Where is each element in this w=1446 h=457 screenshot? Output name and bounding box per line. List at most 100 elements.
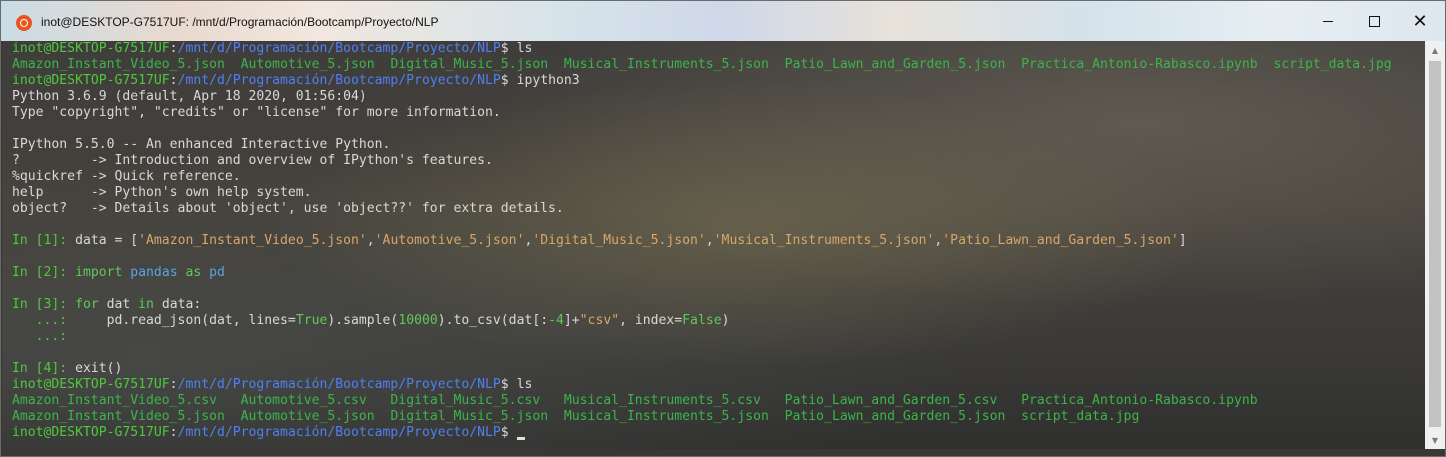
string-literal: 'Amazon_Instant_Video_5.json' <box>138 233 367 248</box>
prompt-path: /mnt/d/Programación/Bootcamp/Proyecto/NL… <box>177 377 501 392</box>
file-entry: Practica_Antonio-Rabasco.ipynb <box>1021 393 1258 408</box>
file-entry: Digital_Music_5.json <box>390 57 549 72</box>
file-entry: Patio_Lawn_and_Garden_5.csv <box>784 393 998 408</box>
prompt-symbol: $ <box>500 425 509 440</box>
prompt-user-host: inot@DESKTOP-G7517UF <box>12 41 170 56</box>
prompt-path: /mnt/d/Programación/Bootcamp/Proyecto/NL… <box>177 425 501 440</box>
file-entry: Automotive_5.csv <box>240 393 367 408</box>
terminal-output[interactable]: inot@DESKTOP-G7517UF:/mnt/d/Programación… <box>2 41 1425 449</box>
keyword: import <box>75 265 123 280</box>
command-text: ls <box>516 41 533 56</box>
prompt-symbol: $ <box>500 73 509 88</box>
output-line: Type "copyright", "credits" or "license"… <box>12 105 501 120</box>
number-literal: -4 <box>548 313 564 328</box>
terminal-lines: inot@DESKTOP-G7517UF:/mnt/d/Programación… <box>12 41 1392 441</box>
terminal-window: inot@DESKTOP-G7517UF: /mnt/d/Programació… <box>0 0 1446 457</box>
ls-output-line: Amazon_Instant_Video_5.json Automotive_5… <box>12 409 1392 425</box>
string-literal: 'Musical_Instruments_5.json' <box>713 233 935 248</box>
module-alias: pd <box>209 265 225 280</box>
vertical-scrollbar[interactable]: ▲ ▼ <box>1425 41 1445 449</box>
ipython-input-line: In [3]: for dat in data: <box>12 297 1392 313</box>
string-literal: "csv" <box>579 313 620 328</box>
output-line: object? -> Details about 'object', use '… <box>12 201 564 216</box>
prompt-line: inot@DESKTOP-G7517UF:/mnt/d/Programación… <box>12 41 533 56</box>
prompt-user-host: inot@DESKTOP-G7517UF <box>12 73 170 88</box>
prompt-user-host: inot@DESKTOP-G7517UF <box>12 425 170 440</box>
in-prompt: In [3]: <box>12 297 76 312</box>
continuation-prompt: ...: <box>12 313 107 328</box>
file-entry: Amazon_Instant_Video_5.csv <box>12 393 217 408</box>
prompt-line: inot@DESKTOP-G7517UF:/mnt/d/Programación… <box>12 425 1392 441</box>
ubuntu-icon <box>16 15 32 31</box>
code-text: ] <box>1178 233 1187 248</box>
file-entry: Musical_Instruments_5.csv <box>563 393 761 408</box>
output-line: help -> Python's own help system. <box>12 185 312 200</box>
in-prompt: In [1]: <box>12 233 76 248</box>
window-title: inot@DESKTOP-G7517UF: /mnt/d/Programació… <box>41 15 439 29</box>
maximize-icon <box>1368 15 1380 27</box>
output-line: %quickref -> Quick reference. <box>12 169 241 184</box>
ipython-continuation-line: ...: pd.read_json(dat, lines=True).sampl… <box>12 313 1392 329</box>
keyword: as <box>185 265 202 280</box>
keyword: False <box>682 313 722 328</box>
file-entry: Amazon_Instant_Video_5.json <box>12 409 225 424</box>
code-text: data: <box>153 297 202 312</box>
prompt-user-host: inot@DESKTOP-G7517UF <box>12 377 170 392</box>
file-entry: Musical_Instruments_5.json <box>563 409 769 424</box>
number-literal: 10000 <box>398 313 438 328</box>
ipython-input-line: In [4]: exit() <box>12 361 1392 377</box>
output-line: IPython 5.5.0 -- An enhanced Interactive… <box>12 137 391 152</box>
file-entry: Automotive_5.json <box>240 57 375 72</box>
code-text: ).to_csv(dat[: <box>437 313 549 328</box>
output-line: Python 3.6.9 (default, Apr 18 2020, 01:5… <box>12 89 367 104</box>
module-name: pandas <box>130 265 178 280</box>
file-entry: Patio_Lawn_and_Garden_5.json <box>784 57 1006 72</box>
file-entry: Musical_Instruments_5.json <box>563 57 769 72</box>
string-literal: 'Digital_Music_5.json' <box>532 233 706 248</box>
close-button[interactable]: ✕ <box>1397 1 1443 41</box>
file-entry: script_data.jpg <box>1273 57 1392 72</box>
close-icon: ✕ <box>1412 10 1428 32</box>
ls-output-line: Amazon_Instant_Video_5.csv Automotive_5.… <box>12 393 1392 409</box>
code-text: exit() <box>75 361 123 376</box>
scroll-down-icon[interactable]: ▼ <box>1425 431 1445 449</box>
ls-output-line: Amazon_Instant_Video_5.json Automotive_5… <box>12 57 1392 73</box>
text-cursor[interactable] <box>516 437 525 440</box>
code-text: , index= <box>619 313 683 328</box>
command-text: ls <box>516 377 533 392</box>
minimize-icon <box>1323 20 1333 22</box>
file-entry: Digital_Music_5.json <box>390 409 549 424</box>
ipython-continuation-line: ...: <box>12 329 68 344</box>
keyword: in <box>138 297 154 312</box>
code-text: ).sample( <box>327 313 399 328</box>
prompt-path: /mnt/d/Programación/Bootcamp/Proyecto/NL… <box>177 73 501 88</box>
file-entry: Amazon_Instant_Video_5.json <box>12 57 225 72</box>
scrollbar-thumb[interactable] <box>1429 61 1441 427</box>
string-literal: 'Automotive_5.json' <box>374 233 525 248</box>
prompt-path: /mnt/d/Programación/Bootcamp/Proyecto/NL… <box>177 41 501 56</box>
code-text: dat <box>98 297 139 312</box>
file-entry: script_data.jpg <box>1021 409 1140 424</box>
output-line: ? -> Introduction and overview of IPytho… <box>12 153 493 168</box>
prompt-symbol: $ <box>500 41 509 56</box>
title-bar[interactable]: inot@DESKTOP-G7517UF: /mnt/d/Programació… <box>1 1 1445 41</box>
code-text: ]+ <box>563 313 580 328</box>
file-entry: Automotive_5.json <box>240 409 375 424</box>
command-text: ipython3 <box>516 73 580 88</box>
prompt-symbol: $ <box>500 377 509 392</box>
ipython-input-line: In [2]: import pandas as pd <box>12 265 1392 281</box>
maximize-button[interactable] <box>1351 1 1397 41</box>
code-text: data = [ <box>75 233 139 248</box>
file-entry: Practica_Antonio-Rabasco.ipynb <box>1021 57 1258 72</box>
prompt-line: inot@DESKTOP-G7517UF:/mnt/d/Programación… <box>12 377 533 392</box>
minimize-button[interactable] <box>1305 1 1351 41</box>
prompt-line: inot@DESKTOP-G7517UF:/mnt/d/Programación… <box>12 73 580 88</box>
code-text: pd.read_json(dat, lines= <box>106 313 296 328</box>
scroll-up-icon[interactable]: ▲ <box>1425 41 1445 59</box>
code-text: ) <box>721 313 730 328</box>
keyword: True <box>295 313 328 328</box>
